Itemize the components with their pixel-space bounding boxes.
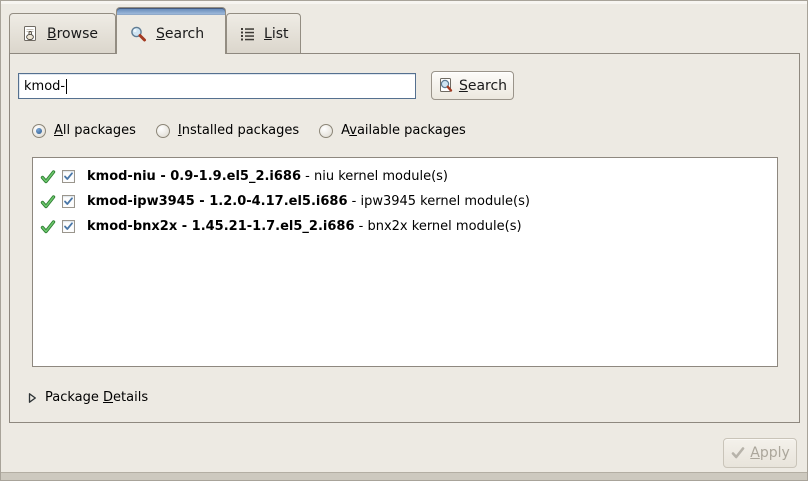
radio-all-packages[interactable]: All packages bbox=[32, 123, 136, 138]
installed-check-icon bbox=[40, 169, 56, 185]
package-details-label: Package Details bbox=[45, 390, 148, 405]
package-summary: - bnx2x kernel module(s) bbox=[355, 219, 522, 234]
package-manager-window: Browse Search List kmod- bbox=[0, 0, 808, 481]
package-checkbox[interactable] bbox=[62, 220, 75, 233]
search-button[interactable]: Search bbox=[431, 71, 514, 100]
installed-check-icon bbox=[40, 194, 56, 210]
radio-indicator bbox=[32, 124, 46, 138]
tab-search-label: Search bbox=[156, 26, 204, 42]
magnifier-icon bbox=[129, 25, 148, 44]
search-document-icon bbox=[438, 77, 455, 94]
package-filter-radios: All packages Installed packages Availabl… bbox=[32, 123, 466, 138]
package-name-version: kmod-ipw3945 - 1.2.0-4.17.el5.i686 bbox=[87, 194, 348, 209]
radio-available-packages-label: Available packages bbox=[341, 123, 466, 138]
package-checkbox[interactable] bbox=[62, 195, 75, 208]
package-summary: - niu kernel module(s) bbox=[301, 169, 448, 184]
search-input-value: kmod- bbox=[24, 79, 65, 94]
search-input[interactable]: kmod- bbox=[18, 73, 416, 99]
installed-check-icon bbox=[40, 219, 56, 235]
window-bottom-edge bbox=[1, 472, 807, 480]
radio-installed-packages-label: Installed packages bbox=[178, 123, 299, 138]
radio-all-packages-label: All packages bbox=[54, 123, 136, 138]
tab-browse[interactable]: Browse bbox=[9, 13, 116, 53]
tab-search[interactable]: Search bbox=[116, 7, 226, 54]
package-checkbox[interactable] bbox=[62, 170, 75, 183]
browse-page-hand-icon bbox=[22, 25, 39, 42]
package-list: kmod-niu - 0.9-1.9.el5_2.i686 - niu kern… bbox=[32, 157, 778, 367]
search-tab-page: kmod- Search All packages Installed pack… bbox=[9, 53, 800, 423]
package-row-kmod-ipw3945[interactable]: kmod-ipw3945 - 1.2.0-4.17.el5.i686 - ipw… bbox=[33, 189, 777, 214]
tab-list-label: List bbox=[264, 26, 289, 42]
bullet-list-icon bbox=[239, 25, 256, 42]
apply-button-label: Apply bbox=[750, 445, 790, 461]
radio-available-packages[interactable]: Available packages bbox=[319, 123, 466, 138]
package-name-version: kmod-niu - 0.9-1.9.el5_2.i686 bbox=[87, 169, 301, 184]
apply-check-icon bbox=[730, 445, 746, 461]
package-name-version: kmod-bnx2x - 1.45.21-1.7.el5_2.i686 bbox=[87, 219, 355, 234]
radio-indicator bbox=[319, 124, 333, 138]
text-cursor bbox=[66, 79, 67, 94]
radio-indicator bbox=[156, 124, 170, 138]
tab-browse-label: Browse bbox=[47, 26, 98, 42]
package-summary: - ipw3945 kernel module(s) bbox=[348, 194, 530, 209]
package-details-expander[interactable]: Package Details bbox=[26, 390, 148, 405]
search-button-label: Search bbox=[459, 78, 507, 94]
tab-list[interactable]: List bbox=[226, 13, 301, 53]
package-row-kmod-niu[interactable]: kmod-niu - 0.9-1.9.el5_2.i686 - niu kern… bbox=[33, 164, 777, 189]
radio-installed-packages[interactable]: Installed packages bbox=[156, 123, 299, 138]
apply-button[interactable]: Apply bbox=[723, 438, 797, 468]
expander-arrow-icon bbox=[26, 392, 38, 404]
package-row-kmod-bnx2x[interactable]: kmod-bnx2x - 1.45.21-1.7.el5_2.i686 - bn… bbox=[33, 214, 777, 239]
